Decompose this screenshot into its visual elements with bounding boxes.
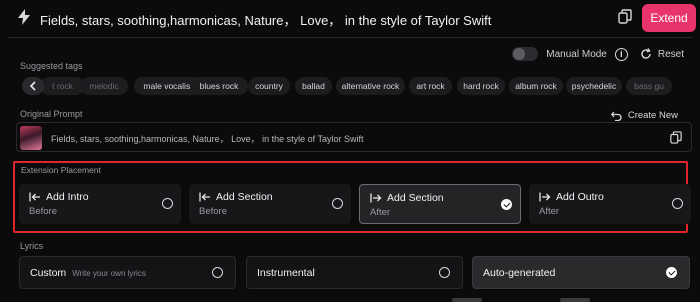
radio-button[interactable] <box>212 267 223 278</box>
scrollbar-fragment <box>452 298 482 302</box>
option-title: Add Section <box>216 191 273 203</box>
option-add-section-before[interactable]: Add Section Before <box>189 184 351 224</box>
create-new-button[interactable]: Create New <box>610 110 678 121</box>
extend-button[interactable]: Extend <box>642 4 696 32</box>
tag-chip[interactable]: blues rock <box>190 77 248 95</box>
tag-chip[interactable]: art rock <box>409 77 452 95</box>
reset-button[interactable]: Reset <box>640 48 684 60</box>
arrow-right-bar-icon <box>370 193 382 203</box>
radio-button-checked[interactable] <box>501 199 512 210</box>
radio-button[interactable] <box>672 198 683 209</box>
radio-button[interactable] <box>439 267 450 278</box>
original-prompt-box: Fields, stars, soothing,harmonicas, Natu… <box>16 122 692 152</box>
tag-chip[interactable]: melodic <box>80 77 128 95</box>
bottom-strip <box>0 296 700 302</box>
arrow-right-bar-icon <box>539 192 551 202</box>
tag-chip[interactable]: country <box>248 77 290 95</box>
copy-icon[interactable] <box>618 9 632 29</box>
lyrics-option-title: Auto-generated <box>483 267 556 279</box>
tag-chip[interactable]: bass gu <box>626 77 672 95</box>
option-subtitle: Before <box>199 206 227 217</box>
lightning-icon <box>17 9 31 30</box>
option-subtitle: After <box>539 206 560 217</box>
suggested-tags-list: t rock melodic male vocalist blues rock … <box>20 77 690 95</box>
tags-scroll-left-button[interactable] <box>22 77 44 95</box>
lyrics-option-hint: Write your own lyrics <box>72 269 146 278</box>
lyrics-option-title: Custom <box>30 267 67 279</box>
prompt-bar: Fields, stars, soothing,harmonicas, Natu… <box>8 0 696 38</box>
prompt-text[interactable]: Fields, stars, soothing,harmonicas, Natu… <box>40 10 491 29</box>
copy-icon[interactable] <box>670 131 682 149</box>
tag-chip[interactable]: psychedelic <box>566 77 622 95</box>
lyrics-label: Lyrics <box>20 241 44 251</box>
tag-chip[interactable]: alternative rock <box>336 77 405 95</box>
arrow-left-bar-icon <box>29 192 40 202</box>
scrollbar-fragment <box>560 298 590 302</box>
manual-mode-toggle[interactable] <box>512 47 539 61</box>
option-title: Add Intro <box>46 191 89 203</box>
option-add-section-after[interactable]: Add Section After <box>359 184 521 224</box>
original-prompt-label: Original Prompt <box>20 109 83 119</box>
chevron-left-icon <box>29 81 36 91</box>
radio-button-checked[interactable] <box>666 267 677 278</box>
lyrics-option-instrumental[interactable]: Instrumental <box>246 256 463 289</box>
song-thumbnail <box>20 126 42 150</box>
lyrics-option-custom[interactable]: Custom Write your own lyrics <box>19 256 236 289</box>
info-icon[interactable]: i <box>614 47 628 61</box>
extension-placement-section: Extension Placement Add Intro Before Add… <box>13 161 691 233</box>
arrow-left-bar-icon <box>199 192 210 202</box>
tag-chip[interactable]: ballad <box>295 77 332 95</box>
tag-chip[interactable]: t rock <box>40 77 85 95</box>
option-title: Add Outro <box>556 191 604 203</box>
lyrics-option-title: Instrumental <box>257 267 315 279</box>
tag-chip[interactable]: hard rock <box>457 77 505 95</box>
radio-button[interactable] <box>162 198 173 209</box>
radio-button[interactable] <box>332 198 343 209</box>
option-add-intro[interactable]: Add Intro Before <box>19 184 181 224</box>
original-prompt-text: Fields, stars, soothing,harmonicas, Natu… <box>51 134 364 144</box>
mode-controls: Manual Mode i Reset <box>512 46 684 62</box>
create-new-label: Create New <box>627 110 678 121</box>
manual-mode-label: Manual Mode <box>546 48 607 60</box>
tag-chip[interactable]: album rock <box>509 77 563 95</box>
extension-placement-label: Extension Placement <box>21 165 101 175</box>
option-add-outro[interactable]: Add Outro After <box>529 184 691 224</box>
option-subtitle: Before <box>29 206 57 217</box>
refresh-icon <box>641 48 651 59</box>
option-title: Add Section <box>387 192 444 204</box>
suggested-tags-label: Suggested tags <box>20 61 83 71</box>
lyrics-option-auto-generated[interactable]: Auto-generated <box>472 256 690 289</box>
option-subtitle: After <box>370 207 391 218</box>
undo-arrow-icon <box>610 111 622 121</box>
reset-label: Reset <box>657 48 684 60</box>
